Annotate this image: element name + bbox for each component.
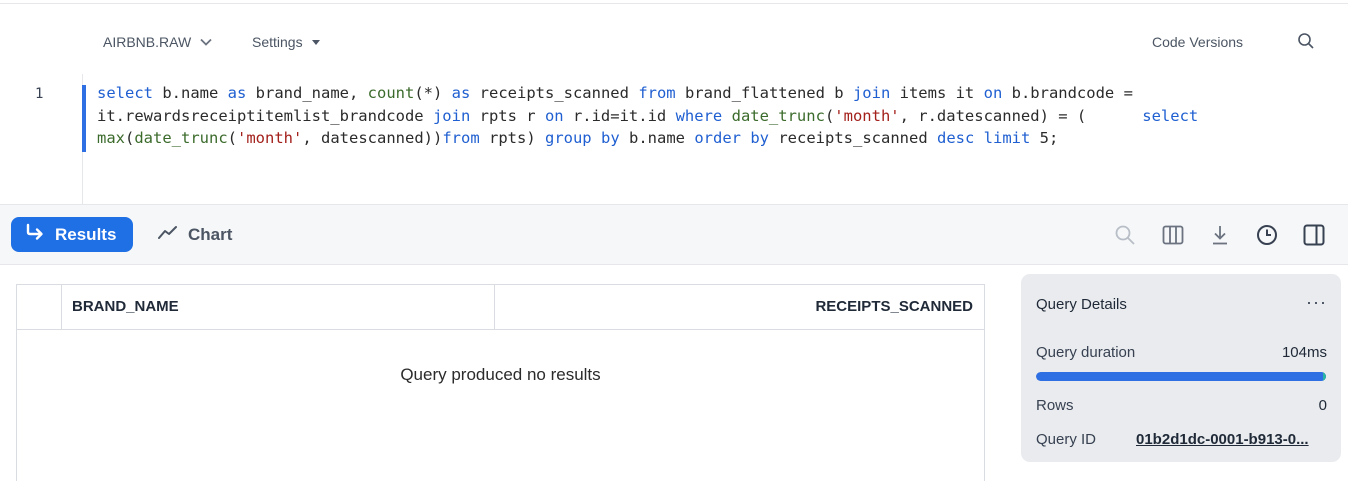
line-number: 1: [35, 86, 44, 102]
more-options-icon[interactable]: ···: [1306, 292, 1327, 313]
query-duration-label: Query duration: [1036, 344, 1136, 361]
return-arrow-icon: [25, 223, 45, 246]
code-versions-label: Code Versions: [1152, 34, 1244, 50]
active-line-marker: [82, 85, 86, 152]
search-icon[interactable]: [1297, 32, 1315, 50]
table-header: BRAND_NAME RECEIPTS_SCANNED: [17, 285, 984, 330]
sql-line: it.rewardsreceiptitemlist_brandcode join…: [97, 106, 1199, 125]
database-selector[interactable]: AIRBNB.RAW: [103, 34, 213, 50]
code-versions-button[interactable]: Code Versions: [1152, 34, 1243, 50]
download-icon[interactable]: [1209, 224, 1231, 246]
editor-toolbar: AIRBNB.RAW Settings Code Versions: [0, 4, 1348, 74]
search-icon[interactable]: [1114, 224, 1136, 246]
results-toolbar: Results Chart: [0, 204, 1348, 265]
results-table: BRAND_NAME RECEIPTS_SCANNED Query produc…: [16, 284, 985, 481]
sql-editor[interactable]: 1 select b.name as brand_name, count(*) …: [0, 74, 1348, 204]
query-duration-bar: [1036, 372, 1326, 381]
query-id-label: Query ID: [1036, 431, 1097, 448]
line-chart-icon: [158, 224, 178, 245]
columns-icon[interactable]: [1162, 224, 1184, 246]
settings-menu[interactable]: Settings: [252, 34, 321, 50]
chevron-down-icon: [199, 35, 213, 49]
rows-label: Rows: [1036, 397, 1074, 414]
chart-label: Chart: [188, 224, 233, 244]
split-panel-icon[interactable]: [1303, 224, 1325, 246]
query-duration-bar-tip: [1323, 372, 1326, 381]
sql-code[interactable]: select b.name as brand_name, count(*) as…: [97, 82, 1342, 150]
empty-results-message: Query produced no results: [400, 365, 601, 384]
query-details-panel: Query Details ··· Query duration 104ms R…: [1021, 274, 1341, 462]
column-header-brand-name[interactable]: BRAND_NAME: [62, 285, 495, 329]
database-label: AIRBNB.RAW: [103, 34, 192, 50]
results-label: Results: [55, 224, 117, 244]
query-duration-bar-fill: [1036, 372, 1326, 381]
sql-line: select b.name as brand_name, count(*) as…: [97, 84, 1133, 102]
query-duration-value: 104ms: [1281, 344, 1327, 361]
query-details-title: Query Details: [1036, 296, 1127, 313]
caret-down-icon: [311, 34, 321, 50]
results-tab[interactable]: Results: [11, 217, 133, 252]
history-icon[interactable]: [1256, 224, 1278, 246]
column-header-receipts-scanned[interactable]: RECEIPTS_SCANNED: [496, 285, 984, 329]
rows-value: 0: [1318, 397, 1327, 414]
chart-tab[interactable]: Chart: [158, 217, 232, 252]
settings-label: Settings: [252, 34, 303, 50]
sql-line: max(date_trunc('month', datescanned))fro…: [97, 129, 1059, 147]
query-id-link[interactable]: 01b2d1dc-0001-b913-0...: [1136, 431, 1326, 448]
row-index-header: [17, 285, 62, 329]
